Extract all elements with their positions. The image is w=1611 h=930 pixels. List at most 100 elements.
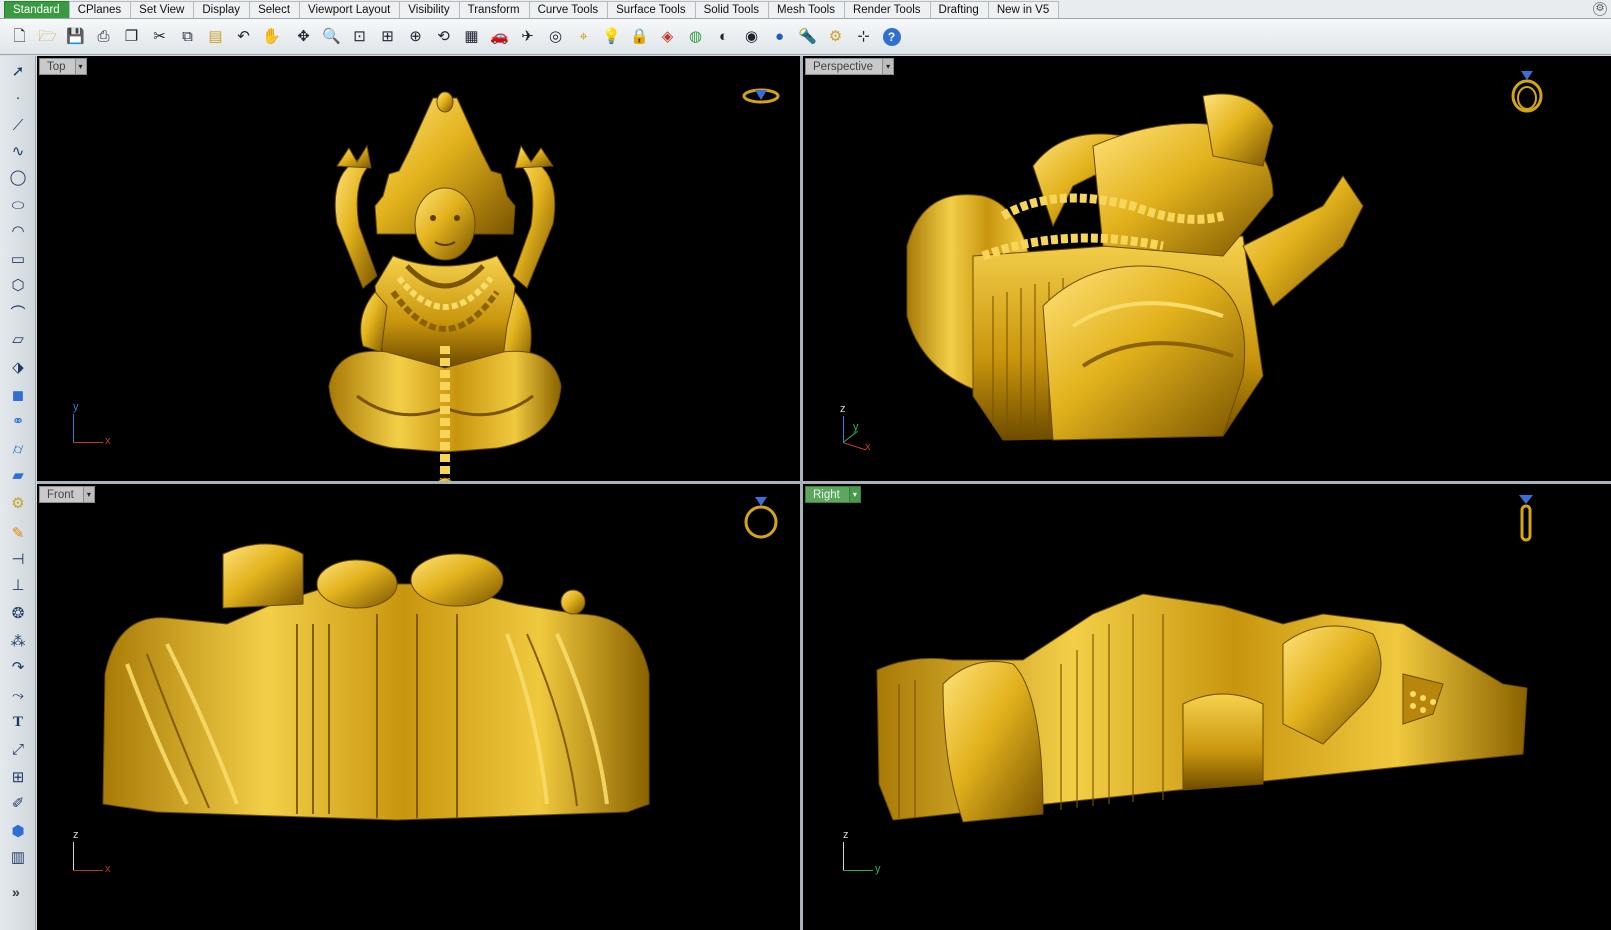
render-button[interactable]: ●	[766, 23, 793, 50]
array-button[interactable]: ⊞	[6, 766, 30, 790]
paste-button[interactable]: ▤	[202, 23, 229, 50]
zoom-button[interactable]: 🔍	[318, 23, 345, 50]
circle-button[interactable]: ◯	[6, 166, 30, 190]
tab-transform[interactable]: Transform	[458, 1, 530, 18]
box-button[interactable]: ◼	[6, 384, 30, 408]
cylinder-button[interactable]: ⌭	[6, 438, 30, 462]
light-button[interactable]: 💡	[598, 23, 625, 50]
curve-button[interactable]: ∿	[6, 140, 30, 164]
car-button[interactable]: 🚗	[486, 23, 513, 50]
viewport-top[interactable]: Top ▾ y x	[37, 56, 800, 481]
settings-gear-icon[interactable]: ⚙	[1593, 2, 1607, 16]
tab-standard[interactable]: Standard	[4, 1, 70, 18]
grid-button[interactable]: ▥	[6, 846, 30, 870]
scale-button[interactable]: ⤢	[6, 738, 30, 762]
tab-render-tools[interactable]: Render Tools	[843, 1, 931, 18]
viewport-front[interactable]: Front ▾ z x	[37, 484, 800, 930]
render-box-button[interactable]: ⬢	[6, 820, 30, 844]
transform-button[interactable]: ⚙	[6, 492, 30, 516]
circle-icon: ◯	[9, 169, 27, 186]
boolean-button[interactable]: ⚭	[6, 410, 30, 434]
four-viewports-button[interactable]: ▦	[458, 23, 485, 50]
flashlight-button[interactable]: 🔦	[794, 23, 821, 50]
lock-button[interactable]: 🔒	[626, 23, 653, 50]
print-button[interactable]: ⎙	[90, 23, 117, 50]
fillet-button[interactable]: ⌒	[6, 302, 30, 326]
color-button[interactable]: ◍	[682, 23, 709, 50]
viewport-perspective[interactable]: Perspective ▾ z y x	[803, 56, 1611, 481]
tab-drafting[interactable]: Drafting	[929, 1, 989, 18]
grid-snap-button[interactable]: ⊹	[850, 23, 877, 50]
select-button[interactable]: ➚	[6, 60, 30, 84]
tab-new-in-v5[interactable]: New in V5	[987, 1, 1060, 18]
polyline-button[interactable]: ⟋	[6, 114, 30, 138]
open-button[interactable]: 🗁	[34, 23, 61, 50]
import-button[interactable]: ❐	[118, 23, 145, 50]
cut-button[interactable]: ✂	[146, 23, 173, 50]
shaded-button[interactable]: ◐	[710, 23, 737, 50]
rotate-view-button[interactable]: ⟲	[430, 23, 457, 50]
undo-button[interactable]: ↶	[230, 23, 257, 50]
tab-mesh-tools[interactable]: Mesh Tools	[768, 1, 845, 18]
viewport-top-label[interactable]: Top	[39, 58, 76, 75]
light-bulb-icon: 💡	[602, 27, 621, 45]
chevron-down-icon[interactable]: ▾	[883, 58, 895, 75]
point-button[interactable]: ·	[6, 86, 30, 110]
rectangle-button[interactable]: ▭	[6, 248, 30, 272]
ellipse-button[interactable]: ⬭	[6, 194, 30, 218]
zoom-window-button[interactable]: ⊡	[346, 23, 373, 50]
viewport-perspective-label[interactable]: Perspective	[805, 58, 884, 75]
viewport-top-title[interactable]: Top ▾	[39, 58, 87, 75]
tab-surface-tools[interactable]: Surface Tools	[607, 1, 696, 18]
zoom-extents-button[interactable]: ⊞	[374, 23, 401, 50]
save-button[interactable]: 💾	[62, 23, 89, 50]
copy-button[interactable]: ⧉	[174, 23, 201, 50]
help-button[interactable]: ?	[878, 23, 905, 50]
sidebar-more-button[interactable]: »	[12, 884, 20, 900]
zoom-selected-button[interactable]: ⊕	[402, 23, 429, 50]
new-file-button[interactable]: 🗋	[6, 23, 33, 50]
tab-visibility[interactable]: Visibility	[399, 1, 460, 18]
chevron-down-icon[interactable]: ▾	[75, 58, 87, 75]
viewport-right-title[interactable]: Right ▾	[805, 486, 861, 503]
tab-display[interactable]: Display	[193, 1, 251, 18]
tab-select[interactable]: Select	[249, 1, 301, 18]
join-button[interactable]: ⁂	[6, 630, 30, 654]
trim-button[interactable]: ✎	[6, 522, 30, 546]
target-button[interactable]: ◎	[542, 23, 569, 50]
tab-set-view[interactable]: Set View	[130, 1, 195, 18]
polygon-button[interactable]: ⬡	[6, 274, 30, 298]
options-button[interactable]: ⚙	[822, 23, 849, 50]
tab-curve-tools[interactable]: Curve Tools	[528, 1, 609, 18]
viewport-perspective-title[interactable]: Perspective ▾	[805, 58, 895, 75]
tab-viewport-layout[interactable]: Viewport Layout	[299, 1, 401, 18]
move-button[interactable]: ✥	[290, 23, 317, 50]
viewport-right-label[interactable]: Right	[805, 486, 850, 503]
edit-button[interactable]: ✐	[6, 792, 30, 816]
split-button[interactable]: ⊣	[6, 548, 30, 572]
snap-button[interactable]: ⌖	[570, 23, 597, 50]
text-button[interactable]: T	[6, 710, 30, 734]
tab-solid-tools[interactable]: Solid Tools	[694, 1, 769, 18]
extrude-button[interactable]: ⬗	[6, 356, 30, 380]
pan-button[interactable]: ✋	[258, 23, 285, 50]
layer-button[interactable]: ◈	[654, 23, 681, 50]
viewport-front-label[interactable]: Front	[39, 486, 84, 503]
viewport-front-title[interactable]: Front ▾	[39, 486, 95, 503]
rendered-button[interactable]: ◉	[738, 23, 765, 50]
mesh-button[interactable]: ▰	[6, 464, 30, 488]
chevron-down-icon[interactable]: ▾	[83, 486, 95, 503]
viewport-right[interactable]: Right ▾ z y	[803, 484, 1611, 930]
explode-button[interactable]: ↷	[6, 656, 30, 680]
tab-cplanes[interactable]: CPlanes	[68, 1, 132, 18]
goddess-model-perspective-view	[906, 93, 1364, 441]
arc-button[interactable]: ◠	[6, 220, 30, 244]
surface-button[interactable]: ▱	[6, 328, 30, 352]
chevron-down-icon[interactable]: ▾	[849, 486, 861, 503]
group-button[interactable]: ❂	[6, 602, 30, 626]
text-icon: T	[12, 714, 23, 730]
standard-toolbar: 🗋 🗁 💾 ⎙ ❐ ✂ ⧉ ▤ ↶ ✋ ✥ 🔍 ⊡ ⊞ ⊕ ⟲ ▦ 🚗 ✈ ◎ …	[0, 19, 1611, 55]
dimension-button[interactable]: ⊥	[6, 574, 30, 598]
blend-button[interactable]: ⤳	[6, 684, 30, 708]
plane-button[interactable]: ✈	[514, 23, 541, 50]
